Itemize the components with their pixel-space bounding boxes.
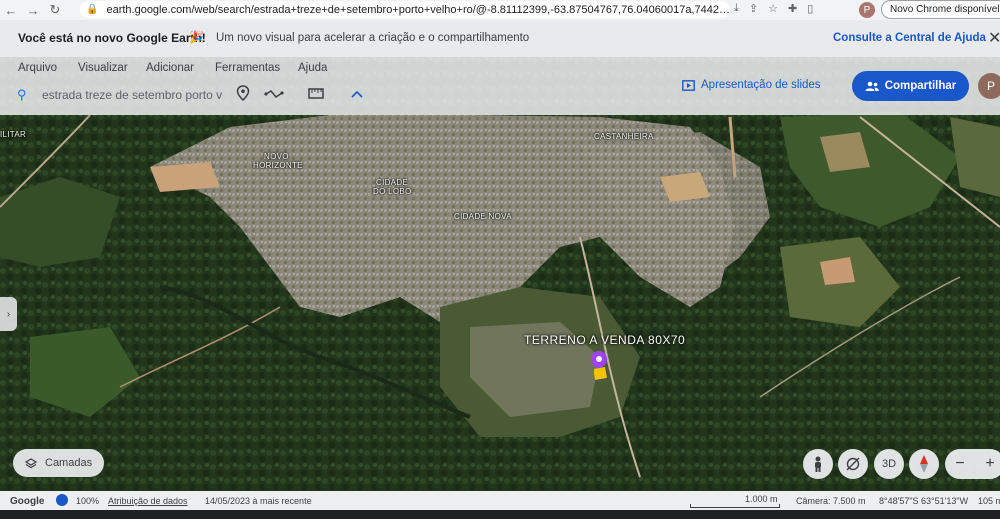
- parcel-marker-icon: [594, 367, 607, 380]
- expand-panel-chevron-icon[interactable]: ›: [0, 297, 17, 331]
- zoom-out-button[interactable]: −: [955, 455, 964, 473]
- zoom-level: 100%: [76, 496, 100, 506]
- url-text: earth.google.com/web/search/estrada+trez…: [106, 3, 730, 16]
- data-attribution-link[interactable]: Atribuição de dados: [108, 496, 188, 506]
- compass-icon[interactable]: [909, 449, 939, 479]
- reload-icon[interactable]: ↻: [44, 0, 66, 20]
- help-center-link[interactable]: Consulte a Central de Ajuda: [833, 32, 986, 44]
- forward-icon[interactable]: →: [22, 0, 44, 20]
- map-label-cidade-do-lobo-line2: DO LOBO: [373, 187, 412, 196]
- menu-item-ajuda[interactable]: Ajuda: [298, 62, 338, 74]
- close-icon[interactable]: ✕: [988, 28, 1000, 48]
- ruler-icon[interactable]: [308, 88, 324, 99]
- slideshow-label: Apresentação de slides: [701, 79, 821, 91]
- map-label-novo-horizonte-line2: HORIZONTE: [253, 161, 303, 170]
- slideshow-icon: [682, 79, 695, 91]
- street-view-pegman-icon[interactable]: [803, 449, 833, 479]
- os-taskbar: [0, 510, 1000, 519]
- layers-icon: [25, 457, 37, 468]
- chevron-up-icon[interactable]: [351, 90, 363, 98]
- browser-toolbar: ← → ↻ 🔒 earth.google.com/web/search/estr…: [0, 0, 1000, 20]
- install-icon[interactable]: ⤓: [734, 2, 739, 15]
- zoom-controls: − +: [945, 449, 1000, 479]
- announcement-banner: Você está no novo Google Earth! 🎉 Um nov…: [0, 20, 1000, 57]
- party-icon: 🎉: [189, 30, 204, 44]
- elevation: 105 m: [978, 496, 1000, 506]
- menu-item-adicionar[interactable]: Adicionar: [146, 62, 215, 74]
- side-panel-icon[interactable]: ▯: [807, 2, 813, 15]
- map-label-cidade-do-lobo-line1: CIDADE: [376, 178, 409, 187]
- scale-bar: [690, 504, 780, 508]
- toggle-3d-button[interactable]: 3D: [874, 449, 904, 479]
- scale-label: 1.000 m: [745, 494, 778, 504]
- extensions-icon[interactable]: ✚: [788, 2, 797, 15]
- layers-button[interactable]: Camadas: [13, 449, 104, 477]
- earth-app-header: Arquivo Visualizar Adicionar Ferramentas…: [0, 57, 1000, 115]
- search-icon[interactable]: ⚲: [17, 87, 27, 103]
- path-icon[interactable]: [264, 89, 284, 99]
- map-label-castanheira: CASTANHEIRA: [594, 132, 654, 141]
- status-bar: Google 100% Atribuição de dados 14/05/20…: [0, 491, 1000, 510]
- share-icon[interactable]: ⇪: [749, 2, 758, 15]
- zoom-in-button[interactable]: +: [985, 455, 994, 473]
- map-label-cidade-nova: CIDADE NOVA: [454, 212, 512, 221]
- menu-item-ferramentas[interactable]: Ferramentas: [215, 62, 298, 74]
- menu-item-visualizar[interactable]: Visualizar: [78, 62, 146, 74]
- banner-title: Você está no novo Google Earth!: [18, 31, 206, 45]
- banner-text: Um novo visual para acelerar a criação e…: [216, 32, 530, 44]
- share-label: Compartilhar: [884, 80, 957, 92]
- google-logo: Google: [10, 496, 45, 507]
- imagery-date: 14/05/2023 à mais recente: [205, 496, 312, 506]
- map-label-militar: ILITAR: [0, 130, 27, 139]
- menu-bar: Arquivo Visualizar Adicionar Ferramentas…: [18, 62, 338, 74]
- tilt-icon[interactable]: [838, 449, 868, 479]
- lock-icon: 🔒: [86, 4, 99, 15]
- account-avatar[interactable]: P: [978, 73, 1000, 99]
- satellite-map[interactable]: [0, 57, 1000, 491]
- globe-icon[interactable]: [56, 494, 68, 506]
- chrome-update-button[interactable]: Novo Chrome disponível: [881, 0, 1000, 19]
- placemark-label[interactable]: TERRENO A VENDA 80X70: [524, 333, 685, 347]
- back-icon[interactable]: ←: [0, 0, 22, 20]
- satellite-imagery: [0, 57, 1000, 491]
- browser-actions: ⤓ ⇪ ☆ ✚ ▯: [734, 2, 813, 15]
- bookmark-star-icon[interactable]: ☆: [768, 2, 778, 15]
- map-label-novo-horizonte-line1: NOVO: [264, 152, 289, 161]
- address-bar[interactable]: 🔒 earth.google.com/web/search/estrada+tr…: [80, 1, 730, 18]
- browser-profile-avatar[interactable]: P: [859, 2, 875, 18]
- placemark-icon[interactable]: [236, 85, 250, 101]
- search-input[interactable]: estrada treze de setembro porto v: [42, 88, 224, 102]
- people-icon: [865, 81, 879, 91]
- camera-altitude: Câmera: 7.500 m: [796, 496, 866, 506]
- share-button[interactable]: Compartilhar: [852, 71, 969, 101]
- menu-item-arquivo[interactable]: Arquivo: [18, 62, 78, 74]
- slideshow-button[interactable]: Apresentação de slides: [682, 79, 821, 91]
- screen: ← → ↻ 🔒 earth.google.com/web/search/estr…: [0, 0, 1000, 519]
- cursor-coordinates: 8°48'57"S 63°51'13"W: [879, 496, 969, 506]
- layers-label: Camadas: [45, 457, 93, 469]
